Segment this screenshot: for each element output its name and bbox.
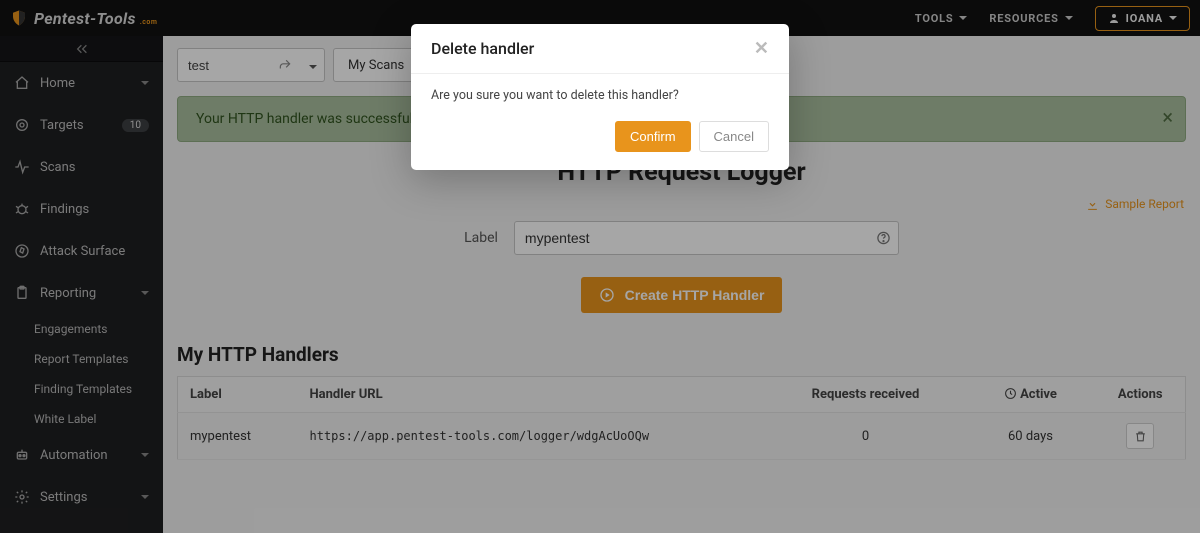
confirm-button[interactable]: Confirm <box>615 121 691 152</box>
modal-title: Delete handler <box>431 39 534 58</box>
cancel-button[interactable]: Cancel <box>699 121 769 152</box>
delete-handler-modal: Delete handler ✕ Are you sure you want t… <box>411 24 789 170</box>
modal-close-button[interactable]: ✕ <box>754 38 769 59</box>
modal-body-text: Are you sure you want to delete this han… <box>411 74 789 121</box>
